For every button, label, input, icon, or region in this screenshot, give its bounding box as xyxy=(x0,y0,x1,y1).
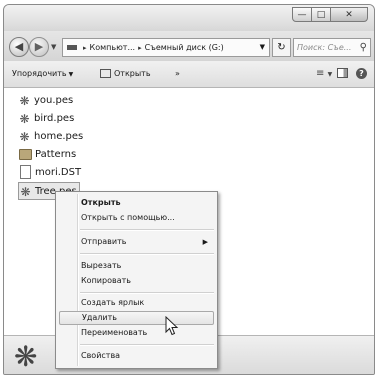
refresh-button[interactable]: ↻ xyxy=(272,38,291,57)
caption-buttons: — □ ✕ xyxy=(292,7,368,22)
embroidery-icon: ❋ xyxy=(19,130,30,144)
navigation-bar: ◀ ▶ ▼ ▸ Компьют... ▸ Съемный диск (G:) ▼ ↻ … xyxy=(4,31,374,61)
address-bar[interactable]: ▸ Компьют... ▸ Съемный диск (G:) ▼ xyxy=(62,38,270,57)
menu-item-rename[interactable]: Переименовать xyxy=(59,326,214,340)
file-name: bird.pes xyxy=(34,113,75,124)
folder-icon xyxy=(19,148,32,160)
embroidery-icon: ❋ xyxy=(19,112,30,126)
help-button[interactable]: ? xyxy=(356,61,367,87)
file-name: mori.DST xyxy=(35,167,82,178)
drive-icon xyxy=(67,45,77,50)
back-button[interactable]: ◀ xyxy=(9,37,29,57)
breadcrumb-separator: ▸ xyxy=(138,44,142,52)
chevron-down-icon: ▼ xyxy=(68,71,74,78)
menu-item-open-with[interactable]: Открыть с помощью... xyxy=(59,211,214,225)
menu-item-delete[interactable]: Удалить xyxy=(59,311,214,325)
command-bar: Упорядочить ▼ Открыть » ≡ ▼ ? xyxy=(4,61,374,88)
open-icon xyxy=(100,69,111,78)
file-item[interactable]: mori.DST xyxy=(18,164,108,182)
forward-button[interactable]: ▶ xyxy=(29,37,49,57)
embroidery-icon: ❋ xyxy=(19,94,30,108)
menu-item-label: Отправить xyxy=(81,237,127,246)
context-menu: Открыть Открыть с помощью... Отправить ▶… xyxy=(55,191,218,369)
more-commands-button[interactable]: » xyxy=(175,61,180,87)
close-button[interactable]: ✕ xyxy=(330,7,368,22)
organize-button[interactable]: Упорядочить ▼ xyxy=(12,61,73,88)
search-icon[interactable]: ⚲ xyxy=(360,39,367,56)
search-placeholder: Поиск: Съе... xyxy=(297,43,352,52)
breadcrumb-computer[interactable]: Компьют... xyxy=(90,43,136,52)
file-item[interactable]: ❋ home.pes xyxy=(18,128,108,146)
open-label: Открыть xyxy=(114,69,151,78)
menu-separator xyxy=(80,292,214,294)
menu-item-properties[interactable]: Свойства xyxy=(59,349,214,363)
title-bar: — □ ✕ xyxy=(4,5,374,31)
view-options-button[interactable]: ≡ ▼ xyxy=(316,61,332,88)
preview-pane-button[interactable] xyxy=(337,61,348,87)
file-name: you.pes xyxy=(34,95,74,106)
embroidery-thumbnail-icon: ❋ xyxy=(14,340,38,373)
search-input[interactable]: Поиск: Съе... ⚲ xyxy=(293,38,371,57)
file-item[interactable]: ❋ bird.pes xyxy=(18,110,108,128)
maximize-button[interactable]: □ xyxy=(311,7,331,22)
folder-item[interactable]: Patterns xyxy=(18,146,108,164)
file-name: Patterns xyxy=(35,149,77,160)
menu-item-create-shortcut[interactable]: Создать ярлык xyxy=(59,296,214,310)
menu-item-open[interactable]: Открыть xyxy=(59,196,214,210)
organize-label: Упорядочить xyxy=(12,69,67,78)
menu-item-copy[interactable]: Копировать xyxy=(59,274,214,288)
submenu-arrow-icon: ▶ xyxy=(202,238,208,246)
document-icon xyxy=(20,165,31,179)
menu-item-send-to[interactable]: Отправить ▶ xyxy=(59,235,214,249)
address-dropdown-icon[interactable]: ▼ xyxy=(260,39,265,56)
mouse-pointer-icon xyxy=(165,316,179,336)
file-name: home.pes xyxy=(34,131,84,142)
open-button[interactable]: Открыть xyxy=(100,61,151,87)
menu-separator xyxy=(80,344,214,346)
help-icon: ? xyxy=(356,67,367,79)
recent-pages-dropdown[interactable]: ▼ xyxy=(51,43,56,51)
pane-icon xyxy=(337,68,348,78)
minimize-button[interactable]: — xyxy=(292,7,312,22)
menu-separator xyxy=(80,253,214,255)
embroidery-icon: ❋ xyxy=(20,185,31,199)
breadcrumb-separator: ▸ xyxy=(83,44,87,52)
file-item[interactable]: ❋ you.pes xyxy=(18,92,108,110)
breadcrumb-removable-disk[interactable]: Съемный диск (G:) xyxy=(145,43,224,52)
menu-item-cut[interactable]: Вырезать xyxy=(59,259,214,273)
menu-separator xyxy=(80,229,214,231)
